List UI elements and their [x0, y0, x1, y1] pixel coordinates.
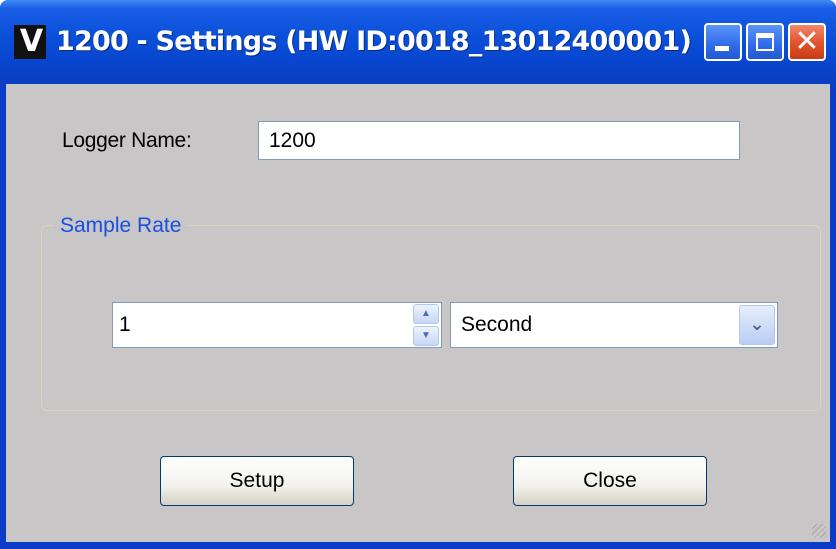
maximize-button[interactable]: [746, 23, 784, 61]
close-window-button[interactable]: ✕: [788, 23, 826, 61]
settings-window: V 1200 - Settings (HW ID:0018_1301240000…: [0, 0, 836, 549]
sample-rate-unit-value: Second: [461, 313, 533, 336]
logger-name-label: Logger Name:: [62, 129, 192, 152]
logger-name-input[interactable]: 1200: [258, 121, 740, 160]
spin-up-arrow-icon[interactable]: ▲: [413, 304, 439, 324]
window-title: 1200 - Settings (HW ID:0018_13012400001): [56, 26, 692, 57]
close-button[interactable]: Close: [513, 456, 707, 506]
setup-button[interactable]: Setup: [160, 456, 354, 506]
client-area: Logger Name: 1200 Sample Rate 1 ▲ ▼ Seco…: [6, 84, 830, 542]
app-icon: V: [14, 25, 46, 59]
minimize-button[interactable]: [704, 23, 742, 61]
sample-rate-unit-select[interactable]: Second ⌄: [450, 302, 778, 348]
minimize-icon: [715, 46, 729, 51]
maximize-icon: [756, 33, 774, 51]
sample-rate-value[interactable]: 1: [119, 303, 131, 347]
spin-down-arrow-icon[interactable]: ▼: [413, 326, 439, 346]
title-bar[interactable]: V 1200 - Settings (HW ID:0018_1301240000…: [0, 0, 836, 84]
sample-rate-spinner[interactable]: 1 ▲ ▼: [112, 302, 442, 348]
close-icon: ✕: [794, 24, 820, 59]
chevron-down-icon[interactable]: ⌄: [739, 305, 775, 345]
sample-rate-group-title: Sample Rate: [54, 214, 188, 238]
resize-grip-icon[interactable]: [812, 524, 826, 538]
